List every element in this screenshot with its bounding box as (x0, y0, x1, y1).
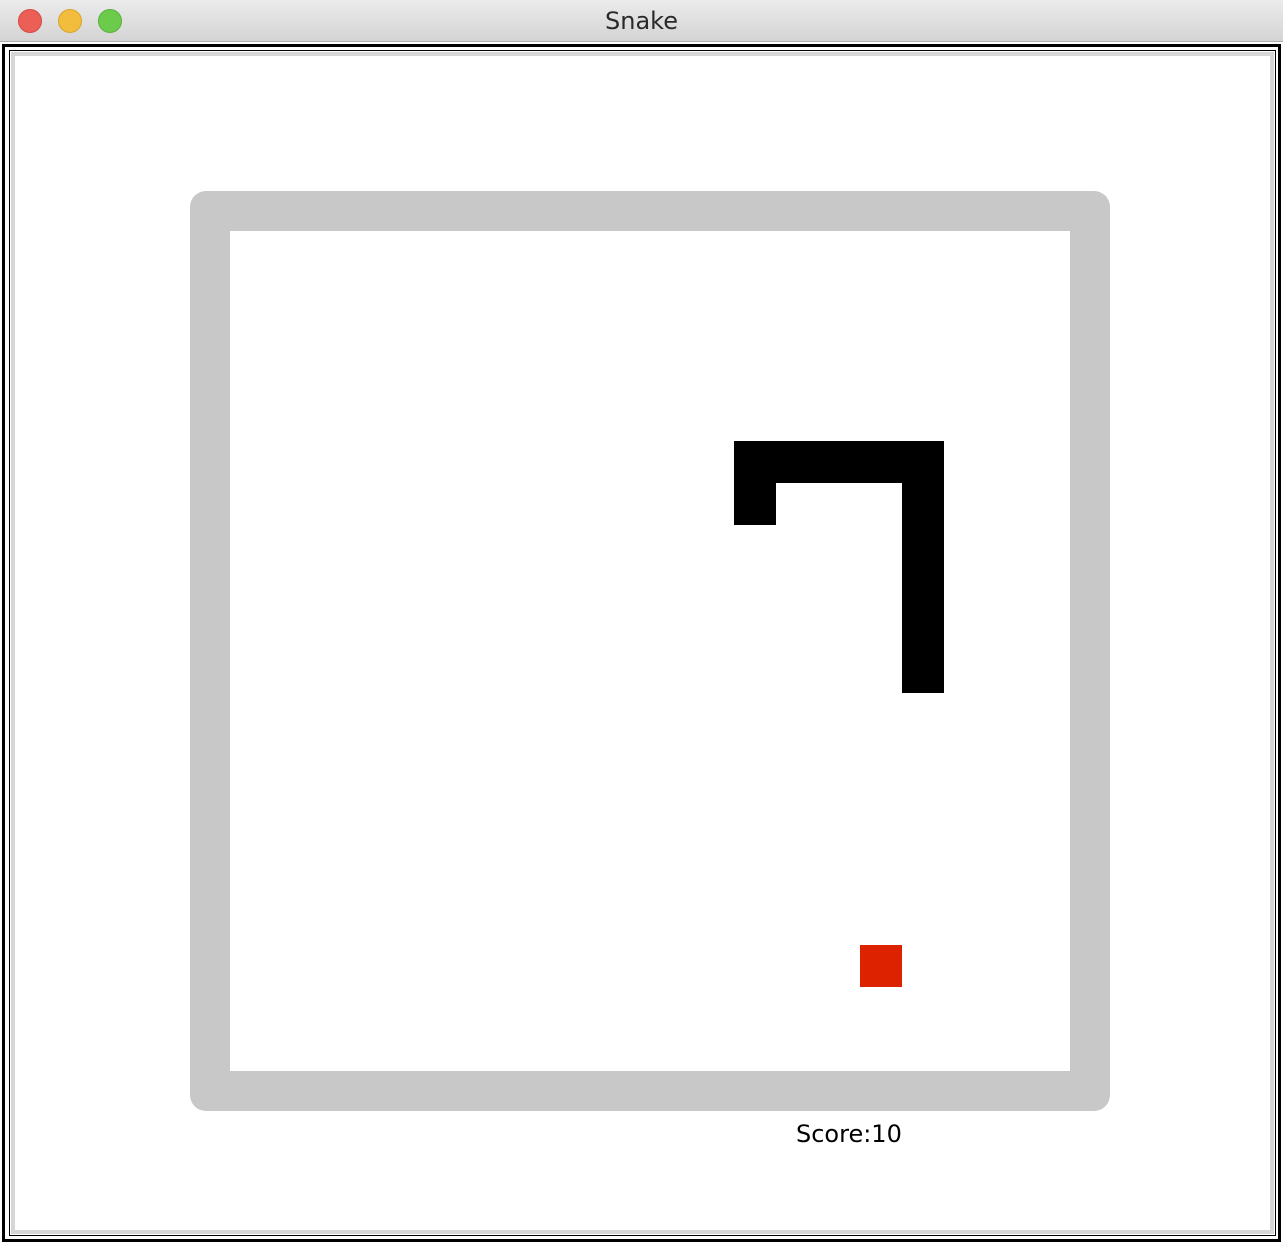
snake-tail-segment (734, 441, 776, 483)
score-label: Score:10 (796, 1120, 902, 1148)
snake-window: Snake Score:10 (0, 0, 1283, 1244)
snake-segment (902, 651, 944, 693)
snake-segment (902, 609, 944, 651)
food-pellet (860, 945, 902, 987)
snake-segment (902, 441, 944, 483)
snake-segment (776, 441, 818, 483)
snake-segment (902, 483, 944, 525)
title-bar[interactable]: Snake (0, 0, 1283, 42)
snake-segment (734, 483, 776, 525)
snake-segment (860, 441, 902, 483)
game-board[interactable] (230, 231, 1070, 1071)
snake-segment (818, 441, 860, 483)
snake-segment (902, 567, 944, 609)
window-title: Snake (605, 7, 678, 35)
snake-segment (902, 525, 944, 567)
